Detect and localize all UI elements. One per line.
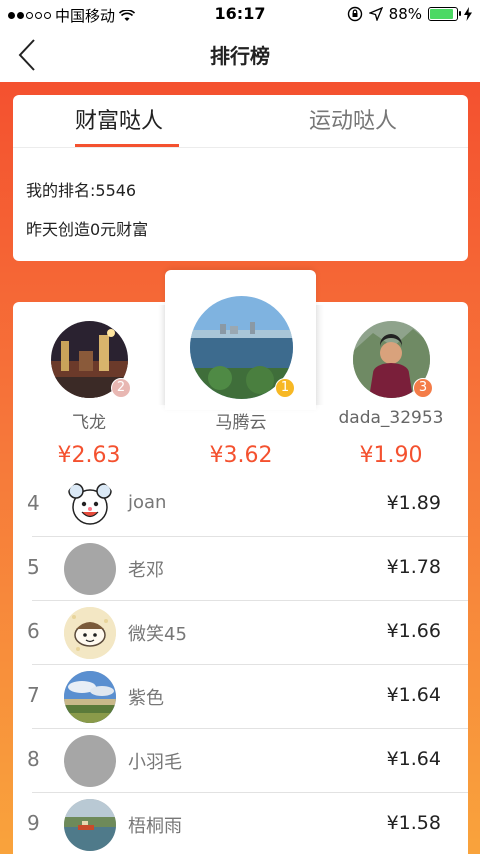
rank-number: 6 (27, 619, 40, 643)
wealth-amount: ¥1.66 (386, 620, 441, 642)
list-item[interactable]: 4 joan ¥1.89 (13, 473, 468, 537)
my-rank-text: 我的排名:5546 (26, 181, 137, 200)
wealth-amount: ¥1.78 (386, 556, 441, 578)
cartoon-face-avatar-icon (64, 607, 116, 659)
cartoon-mouse-avatar-icon (68, 483, 112, 525)
summary-card: 财富哒人 运动哒人 我的排名:5546 昨天创造0元财富 (13, 95, 468, 261)
rank-badge-2: 2 (111, 378, 131, 398)
list-item[interactable]: 9 梧桐雨 ¥1.58 (13, 793, 468, 854)
list-item[interactable]: 7 紫色 ¥1.64 (13, 665, 468, 729)
wealth-amount: ¥1.64 (386, 684, 441, 706)
user-name: 梧桐雨 (128, 816, 182, 837)
rank-badge-3: 3 (413, 378, 433, 398)
rank-number: 5 (27, 555, 40, 579)
user-name: 小羽毛 (128, 752, 182, 773)
list-item[interactable]: 5 老邓 ¥1.78 (13, 537, 468, 601)
status-bar: 中国移动 16:17 88% (0, 0, 480, 28)
user-name: joan (128, 492, 167, 513)
rank-number: 8 (27, 747, 40, 771)
rank-number: 7 (27, 683, 40, 707)
avatar-placeholder (64, 735, 116, 787)
charging-bolt-icon (464, 7, 472, 21)
status-right: 88% (347, 5, 472, 23)
list-item[interactable]: 6 微笑45 ¥1.66 (13, 601, 468, 665)
battery-fill (430, 9, 453, 19)
tabs-divider (13, 147, 468, 148)
podium-name-1: 马腾云 (215, 413, 267, 433)
page-title: 排行榜 (210, 44, 270, 68)
yesterday-wealth-text: 昨天创造0元财富 (26, 220, 149, 239)
podium-name-3: dada_32953 (338, 408, 444, 428)
battery-icon (428, 7, 461, 21)
wealth-amount: ¥1.64 (386, 748, 441, 770)
lake-boat-photo-icon (64, 799, 116, 851)
user-name: 老邓 (128, 560, 164, 581)
wealth-amount: ¥1.89 (386, 492, 441, 514)
active-tab-indicator (75, 144, 179, 147)
avatar (64, 479, 116, 531)
user-name: 微笑45 (128, 624, 187, 645)
rank-badge-1: 1 (275, 378, 295, 398)
avatar (64, 607, 116, 659)
user-name: 紫色 (128, 688, 164, 709)
tab-wealth[interactable]: 财富哒人 (75, 103, 163, 135)
rank-number: 4 (27, 491, 40, 515)
podium-shadow-right (316, 305, 324, 405)
podium-name-2: 飞龙 (72, 413, 106, 433)
avatar (64, 799, 116, 851)
landscape-photo-icon (64, 671, 116, 723)
battery-percent: 88% (388, 5, 422, 23)
tab-sport[interactable]: 运动哒人 (309, 103, 397, 135)
podium-amount-2: ¥2.63 (57, 443, 121, 468)
avatar (64, 671, 116, 723)
wealth-amount: ¥1.58 (386, 812, 441, 834)
nav-bar: 排行榜 (0, 28, 480, 82)
list-item[interactable]: 8 小羽毛 ¥1.64 (13, 729, 468, 793)
rotation-lock-icon (347, 6, 362, 22)
podium-amount-1: ¥3.62 (209, 443, 273, 468)
rank-number: 9 (27, 811, 40, 835)
podium-amount-3: ¥1.90 (359, 443, 423, 468)
avatar-placeholder (64, 543, 116, 595)
location-arrow-icon (368, 7, 383, 21)
